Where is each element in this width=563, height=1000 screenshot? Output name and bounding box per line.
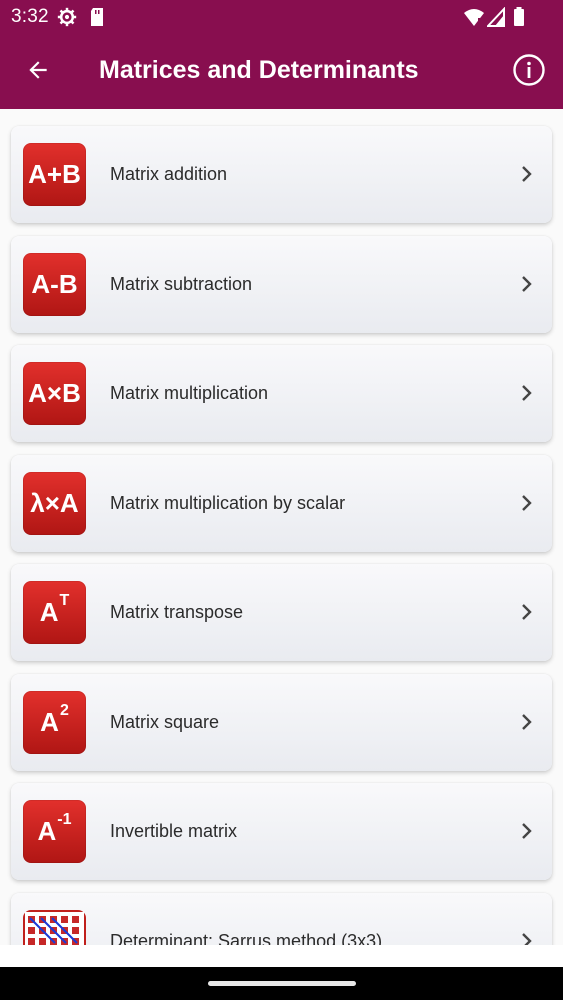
chevron-right-icon <box>516 602 536 622</box>
list-item-matrix-subtraction[interactable]: A-B Matrix subtraction <box>11 236 552 333</box>
operations-list: A+B Matrix addition A-B Matrix subtracti… <box>0 109 563 945</box>
info-button[interactable] <box>507 50 551 94</box>
bottom-spacer <box>0 945 563 967</box>
matrix-subtraction-icon: A-B <box>23 253 86 316</box>
sd-card-icon <box>89 7 105 32</box>
matrix-addition-icon: A+B <box>23 143 86 206</box>
battery-icon <box>513 7 525 32</box>
app-bar: Matrices and Determinants <box>0 34 563 109</box>
scalar-multiplication-icon: λ×A <box>23 472 86 535</box>
list-item-invertible-matrix[interactable]: A -1 Invertible matrix <box>11 783 552 880</box>
list-item-label: Matrix subtraction <box>110 274 253 294</box>
sarrus-grid-icon <box>23 910 86 945</box>
info-icon <box>512 53 546 92</box>
invertible-matrix-icon: A -1 <box>23 800 86 863</box>
chevron-right-icon <box>516 712 536 732</box>
chevron-right-icon <box>516 931 536 945</box>
page-title: Matrices and Determinants <box>99 56 419 84</box>
list-item-matrix-square[interactable]: A2 Matrix square <box>11 674 552 771</box>
status-time: 3:32 <box>11 6 49 27</box>
list-item-matrix-transpose[interactable]: AT Matrix transpose <box>11 564 552 661</box>
list-item-label: Matrix addition <box>110 164 228 184</box>
list-item-label: Matrix transpose <box>110 602 244 622</box>
list-item-matrix-scalar-multiplication[interactable]: λ×A Matrix multiplication by scalar <box>11 455 552 552</box>
wifi-icon <box>463 7 485 32</box>
list-item-matrix-multiplication[interactable]: A×B Matrix multiplication <box>11 345 552 442</box>
chevron-right-icon <box>516 383 536 403</box>
chevron-right-icon <box>516 493 536 513</box>
system-navigation-bar <box>0 967 563 1000</box>
status-bar: 3:32 <box>0 0 563 34</box>
list-item-label: Matrix square <box>110 712 220 732</box>
list-item-label: Determinant: Sarrus method (3x3) <box>110 931 383 945</box>
chevron-right-icon <box>516 164 536 184</box>
back-button[interactable] <box>16 50 60 94</box>
home-indicator[interactable] <box>208 981 356 986</box>
chevron-right-icon <box>516 274 536 294</box>
list-item-label: Matrix multiplication <box>110 383 269 403</box>
list-item-label: Invertible matrix <box>110 821 238 841</box>
matrix-square-icon: A2 <box>23 691 86 754</box>
matrix-multiplication-icon: A×B <box>23 362 86 425</box>
matrix-transpose-icon: AT <box>23 581 86 644</box>
list-item-determinant-sarrus[interactable]: Determinant: Sarrus method (3x3) <box>11 893 552 945</box>
list-item-label: Matrix multiplication by scalar <box>110 493 346 513</box>
signal-icon <box>485 6 505 32</box>
settings-gear-icon <box>57 7 77 32</box>
arrow-left-icon <box>25 57 51 88</box>
list-item-matrix-addition[interactable]: A+B Matrix addition <box>11 126 552 223</box>
screen: 3:32 Matrices and Determinants A+B Matri… <box>0 0 563 1000</box>
chevron-right-icon <box>516 821 536 841</box>
